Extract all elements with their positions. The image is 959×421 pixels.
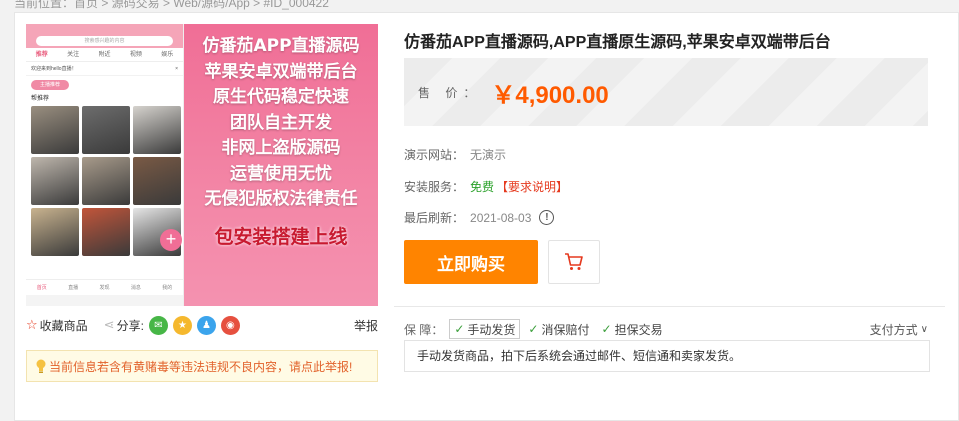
check-icon: ✓ [454,322,465,336]
guarantee-tab-manual-delivery[interactable]: ✓ 手动发货 [449,319,521,339]
phone-tab: 视频 [129,52,142,58]
qzone-icon[interactable]: ★ [172,315,192,335]
refresh-row: 最后刷新： 2021-08-03 ! [404,209,555,226]
price-value: ￥4,900.00 [491,81,609,109]
phone-tab: 推荐 [35,52,48,58]
lightbulb-icon [36,359,46,373]
weibo-icon[interactable]: ◉ [220,315,240,335]
promo-line: 非网上盗版源码 [221,138,341,158]
buy-now-button[interactable]: 立即购买 [404,240,538,284]
divider [394,306,945,307]
qq-icon[interactable]: ♟ [196,315,216,335]
info-icon[interactable]: ! [539,210,555,225]
product-actions: ☆ 收藏商品 ⋖ 分享: ✉ ★ ♟ ◉ 举报 [26,314,378,336]
guarantee-description: 手动发货商品，拍下后系统会通过邮件、短信通和卖家发货。 [404,340,930,372]
phone-welcome-bar: 欢迎来到hello直播！ × [26,62,183,76]
install-value: 免费 [470,180,495,194]
phone-pill: 主播推荐 [31,80,69,90]
promo-line: 无侵犯版权法律责任 [204,189,358,209]
guarantee-tab-label: 担保交易 [614,322,663,337]
phone-thumbnail [133,106,181,154]
promo-line: 原生代码稳定快速 [213,87,349,107]
phone-thumbnail [31,157,79,205]
promo-line: 仿番茄APP直播源码 [202,36,360,56]
phone-tab: 娱乐 [161,52,174,58]
phone-thumbnail [31,106,79,154]
close-icon: × [175,66,178,72]
phone-search-bar: 搜索感兴趣的内容 [36,36,173,46]
promo-line: 苹果安卓双端带后台 [204,61,358,82]
price-box: 售 价： ￥4,900.00 [404,58,928,126]
add-to-cart-button[interactable] [548,240,600,284]
install-requirements-link[interactable]: 【要求说明】 [496,178,568,195]
guarantee-bar: 保 障： ✓ 手动发货 ✓ 消保赔付 ✓ 担保交易 支付方式 ∨ [404,318,928,340]
phone-mockup: 搜索感兴趣的内容 推荐 关注 附近 视频 娱乐 欢迎来到hello直播！ × 主… [26,24,184,306]
promo-line: 团队自主开发 [230,112,332,133]
phone-thumbnail [82,208,130,256]
phone-nav-item: 发现 [99,285,110,291]
demo-value: 无演示 [470,148,507,162]
promo-banner: 仿番茄APP直播源码 苹果安卓双端带后台 原生代码稳定快速 团队自主开发 非网上… [184,24,378,306]
chevron-down-icon: ∨ [920,323,928,335]
guarantee-tab-compensation[interactable]: ✓ 消保赔付 [524,319,593,339]
report-notice[interactable]: 当前信息若含有黄赌毒等违法违规不良内容，请点此举报! [26,350,378,382]
share-group: ⋖ 分享: ✉ ★ ♟ ◉ [103,315,240,335]
notice-text: 当前信息若含有黄赌毒等违法违规不良内容，请点此举报! [49,359,353,374]
refresh-value: 2021-08-03 [470,210,532,225]
check-icon: ✓ [601,322,612,336]
phone-heading: 帮推荐 [31,96,50,102]
install-row: 安装服务： 免费 【要求说明】 [404,178,568,195]
favorite-label: 收藏商品 [39,318,88,333]
guarantee-tab-label: 消保赔付 [541,322,590,337]
payment-label: 支付方式 [869,322,918,337]
favorite-button[interactable]: ☆ 收藏商品 [26,317,88,334]
guarantee-label: 保 障： [404,322,444,337]
price-label: 售 价： [418,85,482,100]
report-link[interactable]: 举报 [354,317,378,334]
share-icon: ⋖ [103,317,115,332]
check-icon: ✓ [528,322,539,336]
cart-icon [565,253,583,270]
install-label: 安装服务： [404,180,465,194]
promo-line: 运营使用无忧 [230,163,332,184]
phone-system-bar [26,295,183,306]
phone-nav-item: 首页 [36,285,47,291]
product-title: 仿番茄APP直播源码,APP直播原生源码,苹果安卓双端带后台 [404,34,831,51]
phone-nav-item: 直播 [68,285,79,291]
guarantee-tab-escrow[interactable]: ✓ 担保交易 [598,319,667,339]
phone-status-bar [26,24,183,34]
plus-icon: + [160,229,182,251]
refresh-label: 最后刷新： [404,211,465,225]
phone-thumb-grid [26,104,183,258]
phone-nav-item: 我的 [162,285,173,291]
demo-row: 演示网站： 无演示 [404,146,506,163]
phone-tab: 关注 [67,52,80,58]
guarantee-tab-label: 手动发货 [467,322,516,337]
promo-cta: 包安装搭建上线 [214,225,348,248]
breadcrumb: 当前位置：首页 > 源码交易 > Web/源码/App > #ID_000422 [14,0,329,10]
product-image[interactable]: 搜索感兴趣的内容 推荐 关注 附近 视频 娱乐 欢迎来到hello直播！ × 主… [26,24,378,306]
star-icon: ☆ [26,317,38,332]
wechat-icon[interactable]: ✉ [148,315,168,335]
phone-tabs: 推荐 关注 附近 视频 娱乐 [26,48,183,62]
phone-thumbnail [82,157,130,205]
phone-bottom-nav: 首页 直播 发现 消息 我的 [26,279,183,295]
phone-welcome-text: 欢迎来到hello直播！ [31,66,77,72]
phone-thumbnail [82,106,130,154]
phone-nav-item: 消息 [130,285,141,291]
phone-thumbnail [133,157,181,205]
payment-method-dropdown[interactable]: 支付方式 ∨ [870,321,928,338]
share-label: 分享: [116,318,144,333]
demo-label: 演示网站： [404,148,465,162]
phone-thumbnail [31,208,79,256]
phone-tab: 附近 [98,52,111,58]
